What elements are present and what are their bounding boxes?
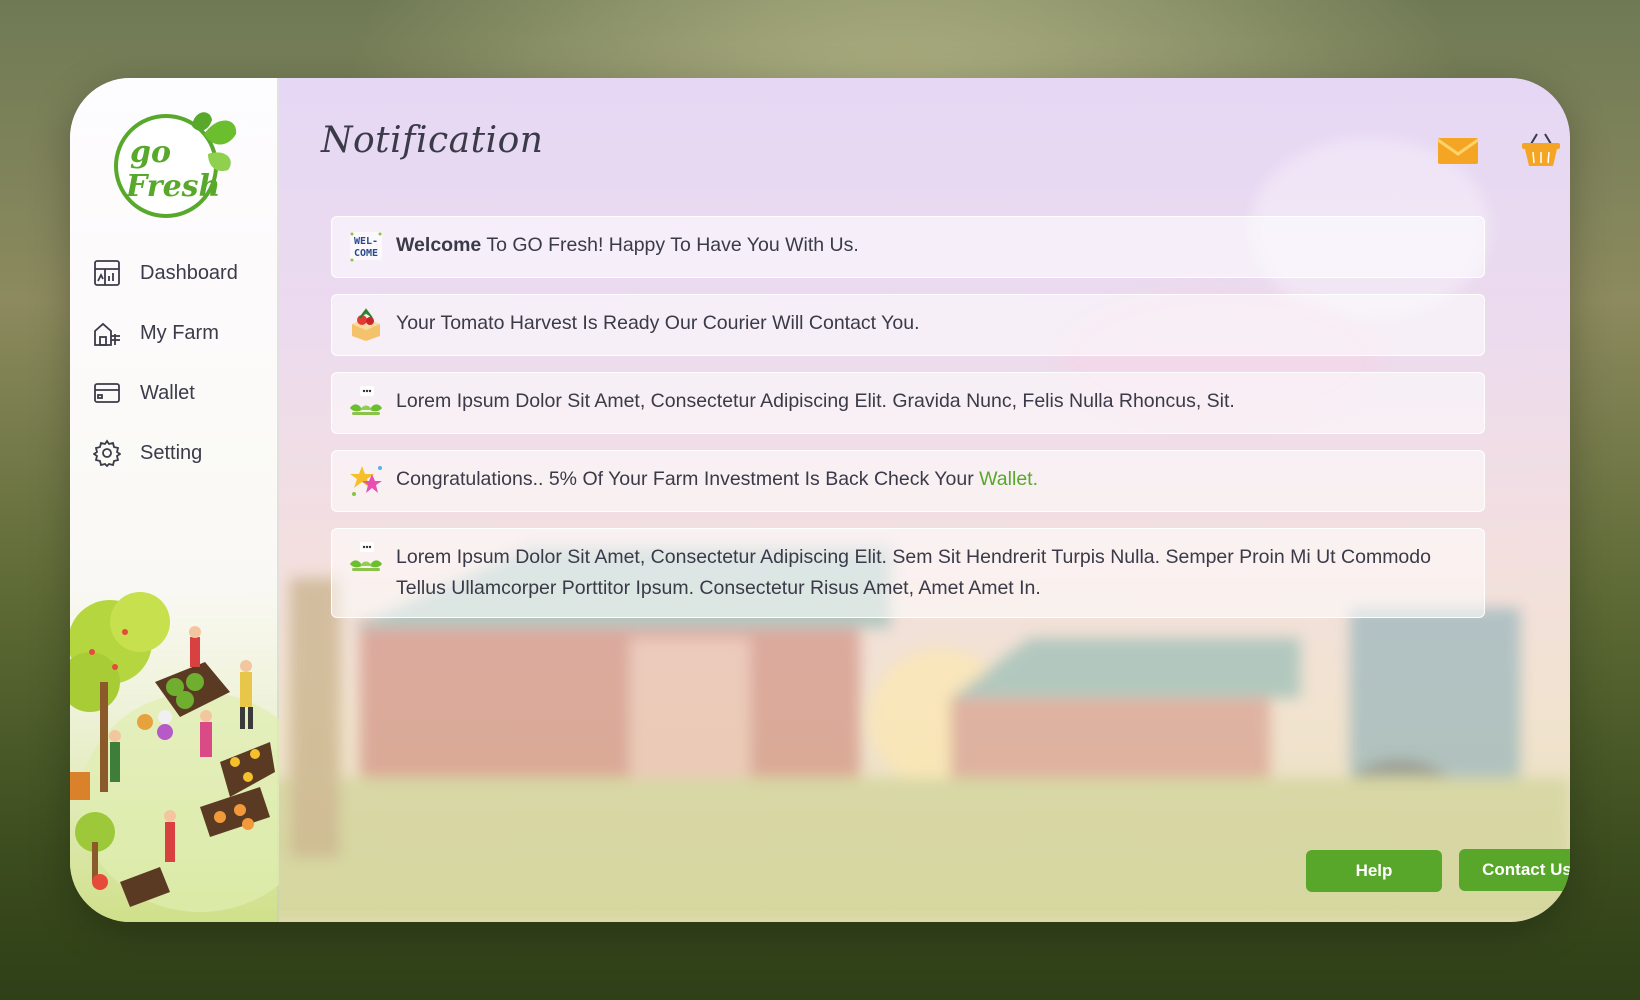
notification-body: Congratulations.. 5% Of Your Farm Invest… bbox=[396, 468, 980, 490]
notification-text: Welcome To GO Fresh! Happy To Have You W… bbox=[396, 230, 859, 261]
go-fresh-logo[interactable]: go Fresh bbox=[108, 104, 238, 222]
sprout-icon bbox=[350, 386, 382, 415]
logo-text-bottom: Fresh bbox=[125, 169, 220, 204]
notification-text: Lorem Ipsum Dolor Sit Amet, Consectetur … bbox=[396, 390, 1235, 412]
contact-us-button[interactable]: Contact Us bbox=[1459, 849, 1570, 891]
notification-text: Congratulations.. 5% Of Your Farm Invest… bbox=[396, 464, 1038, 495]
sidebar-item-label: Setting bbox=[140, 441, 203, 464]
notification-item[interactable]: Congratulations.. 5% Of Your Farm Invest… bbox=[331, 450, 1485, 512]
svg-text:COME: COME bbox=[354, 248, 378, 259]
wallet-link[interactable]: Wallet. bbox=[979, 468, 1038, 490]
notification-list: WEL- COME Welcome To GO Fresh! Happy To … bbox=[331, 216, 1485, 634]
welcome-icon: WEL- COME bbox=[350, 232, 382, 262]
notification-body: To GO Fresh! Happy To Have You With Us. bbox=[481, 234, 859, 256]
wallet-icon bbox=[92, 378, 122, 408]
sidebar-item-dashboard[interactable]: Dashboard bbox=[92, 243, 277, 303]
sidebar-item-label: Wallet bbox=[140, 381, 195, 404]
app-window: go Fresh Dashboard My Farm Wallet Settin… bbox=[70, 78, 1570, 922]
harvest-box-icon bbox=[352, 308, 380, 341]
sidebar-nav: Dashboard My Farm Wallet Setting bbox=[92, 243, 277, 483]
notification-item[interactable]: Your Tomato Harvest Is Ready Our Courier… bbox=[331, 294, 1485, 356]
help-button[interactable]: Help bbox=[1306, 850, 1442, 892]
page-title: Notification bbox=[321, 120, 544, 161]
notification-item[interactable]: Lorem Ipsum Dolor Sit Amet, Consectetur … bbox=[331, 372, 1485, 434]
sidebar-item-label: Dashboard bbox=[140, 261, 238, 284]
dashboard-icon bbox=[92, 258, 122, 288]
sprout-icon bbox=[350, 542, 382, 571]
sidebar-item-my-farm[interactable]: My Farm bbox=[92, 303, 277, 363]
gear-icon bbox=[92, 438, 122, 468]
sidebar: go Fresh Dashboard My Farm Wallet Settin… bbox=[70, 78, 279, 922]
logo-text-top: go bbox=[130, 135, 171, 170]
notification-text: Your Tomato Harvest Is Ready Our Courier… bbox=[396, 312, 920, 334]
stars-icon bbox=[350, 466, 382, 496]
notification-text: Lorem Ipsum Dolor Sit Amet, Consectetur … bbox=[396, 546, 1431, 599]
basket-icon[interactable] bbox=[1519, 132, 1563, 168]
mail-icon[interactable] bbox=[1436, 132, 1480, 168]
notification-item[interactable]: Lorem Ipsum Dolor Sit Amet, Consectetur … bbox=[331, 528, 1485, 618]
svg-text:WEL-: WEL- bbox=[354, 236, 378, 247]
notification-item[interactable]: WEL- COME Welcome To GO Fresh! Happy To … bbox=[331, 216, 1485, 278]
farm-illustration bbox=[70, 592, 279, 912]
notification-bold: Welcome bbox=[396, 234, 482, 256]
sidebar-item-setting[interactable]: Setting bbox=[92, 423, 277, 483]
sidebar-item-label: My Farm bbox=[140, 321, 219, 344]
main-content: Notification WEL- COME Welcome To GO Fre… bbox=[279, 78, 1570, 922]
farm-icon bbox=[92, 318, 122, 348]
sidebar-item-wallet[interactable]: Wallet bbox=[92, 363, 277, 423]
